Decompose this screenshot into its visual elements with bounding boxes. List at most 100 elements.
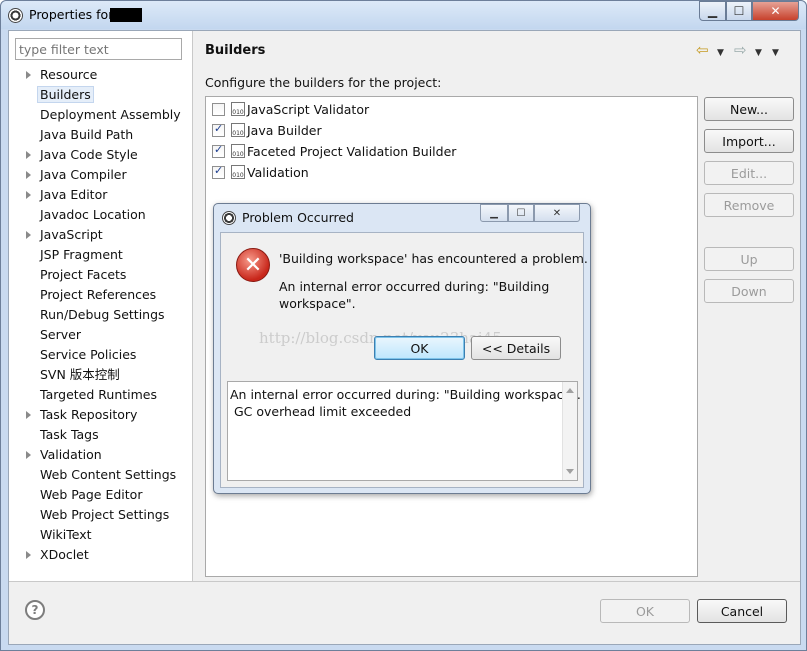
- expand-arrow-icon[interactable]: [26, 231, 31, 239]
- remove-button[interactable]: Remove: [704, 193, 794, 217]
- tree-item[interactable]: Resource: [9, 65, 193, 85]
- tree-item[interactable]: Web Page Editor: [9, 485, 193, 505]
- maximize-button[interactable]: ☐: [726, 1, 752, 21]
- dialog-title: Problem Occurred: [242, 210, 354, 225]
- details-scrollbar[interactable]: [562, 382, 577, 480]
- details-text: An internal error occurred during: "Buil…: [230, 387, 581, 419]
- tree-item[interactable]: Deployment Assembly: [9, 105, 193, 125]
- builder-checkbox[interactable]: [212, 122, 225, 137]
- import-button[interactable]: Import...: [704, 129, 794, 153]
- tree-item-label: Java Code Style: [40, 147, 138, 162]
- tree-item[interactable]: Task Tags: [9, 425, 193, 445]
- tree-item[interactable]: Java Build Path: [9, 125, 193, 145]
- tree-item[interactable]: Server: [9, 325, 193, 345]
- tree-item-label: Web Project Settings: [40, 507, 170, 522]
- tree-item[interactable]: JSP Fragment: [9, 245, 193, 265]
- forward-dropdown-icon[interactable]: ▼: [755, 46, 762, 62]
- tree-item-label: WikiText: [40, 527, 92, 542]
- builder-row[interactable]: 010 JavaScript Validator: [212, 100, 369, 118]
- back-arrow-icon[interactable]: ⇦: [696, 43, 709, 59]
- error-icon: ✕: [236, 248, 270, 282]
- eclipse-icon: [8, 8, 23, 23]
- details-area[interactable]: An internal error occurred during: "Buil…: [227, 381, 581, 481]
- tree-item-label: Builders: [37, 86, 94, 103]
- scroll-down-icon[interactable]: [566, 469, 574, 474]
- tree-item[interactable]: XDoclet: [9, 545, 193, 565]
- tree-item[interactable]: JavaScript: [9, 225, 193, 245]
- tree-item[interactable]: Service Policies: [9, 345, 193, 365]
- tree-item-label: Java Build Path: [40, 127, 134, 142]
- tree-item[interactable]: Web Project Settings: [9, 505, 193, 525]
- cancel-button[interactable]: Cancel: [697, 599, 787, 623]
- expand-arrow-icon[interactable]: [26, 451, 31, 459]
- expand-arrow-icon[interactable]: [26, 551, 31, 559]
- tree-item[interactable]: Java Code Style: [9, 145, 193, 165]
- builder-row[interactable]: 010Faceted Project Validation Builder: [212, 142, 456, 160]
- tree-item[interactable]: WikiText: [9, 525, 193, 545]
- tree-item[interactable]: SVN 版本控制: [9, 365, 193, 385]
- view-menu-icon[interactable]: ▼: [772, 46, 779, 62]
- tree-item-label: JavaScript: [40, 227, 103, 242]
- tree-item-label: Targeted Runtimes: [40, 387, 157, 402]
- close-button[interactable]: ✕: [752, 1, 799, 21]
- title-bar[interactable]: Properties for ▁ ☐ ✕: [1, 1, 806, 29]
- builder-checkbox[interactable]: [212, 143, 225, 158]
- window-title: Properties for: [29, 7, 114, 22]
- minimize-button[interactable]: ▁: [699, 1, 726, 21]
- tree-item-label: Run/Debug Settings: [40, 307, 165, 322]
- tree-item[interactable]: Validation: [9, 445, 193, 465]
- help-icon[interactable]: ?: [25, 600, 45, 620]
- details-button[interactable]: << Details: [471, 336, 561, 360]
- tree-item-label: Task Repository: [40, 407, 138, 422]
- tree-item[interactable]: Task Repository: [9, 405, 193, 425]
- edit-button[interactable]: Edit...: [704, 161, 794, 185]
- tree-item-label: SVN 版本控制: [40, 367, 120, 382]
- builder-binary-icon: 010: [231, 102, 245, 116]
- scroll-up-icon[interactable]: [566, 388, 574, 393]
- builder-label: Faceted Project Validation Builder: [247, 143, 457, 159]
- tree-item-label: Validation: [40, 447, 102, 462]
- dialog-ok-button[interactable]: OK: [374, 336, 465, 360]
- tree-item-label: XDoclet: [40, 547, 89, 562]
- forward-arrow-icon[interactable]: ⇨: [734, 43, 747, 59]
- dialog-close-button[interactable]: ✕: [534, 204, 580, 222]
- builder-label: Validation: [247, 164, 309, 180]
- tree-item-label: Java Compiler: [40, 167, 127, 182]
- tree-item-label: Javadoc Location: [40, 207, 146, 222]
- tree-item[interactable]: Web Content Settings: [9, 465, 193, 485]
- builder-label: JavaScript Validator: [247, 101, 370, 117]
- dialog-maximize-button[interactable]: ☐: [508, 204, 534, 222]
- tree-item-label: Web Page Editor: [40, 487, 143, 502]
- down-button[interactable]: Down: [704, 279, 794, 303]
- expand-arrow-icon[interactable]: [26, 191, 31, 199]
- tree-item-label: Task Tags: [40, 427, 99, 442]
- tree-item[interactable]: Targeted Runtimes: [9, 385, 193, 405]
- builder-checkbox[interactable]: [212, 164, 225, 179]
- tree-item[interactable]: Javadoc Location: [9, 205, 193, 225]
- new-button[interactable]: New...: [704, 97, 794, 121]
- tree-item[interactable]: Builders: [9, 85, 193, 105]
- problem-dialog: Problem Occurred ▁ ☐ ✕ ✕ 'Building works…: [213, 203, 591, 494]
- tree-item[interactable]: Java Compiler: [9, 165, 193, 185]
- tree-item[interactable]: Java Editor: [9, 185, 193, 205]
- filter-input[interactable]: [15, 38, 182, 60]
- builder-binary-icon: 010: [231, 123, 245, 137]
- builder-checkbox[interactable]: [212, 102, 225, 116]
- tree-item-label: Web Content Settings: [40, 467, 177, 482]
- error-detail: An internal error occurred during: "Buil…: [279, 279, 550, 311]
- tree-item[interactable]: Project References: [9, 285, 193, 305]
- up-button[interactable]: Up: [704, 247, 794, 271]
- builder-row[interactable]: 010Validation: [212, 163, 309, 181]
- dialog-minimize-button[interactable]: ▁: [480, 204, 508, 222]
- error-message: 'Building workspace' has encountered a p…: [279, 251, 588, 266]
- tree-item-label: Resource: [40, 67, 98, 82]
- expand-arrow-icon[interactable]: [26, 171, 31, 179]
- builder-row[interactable]: 010Java Builder: [212, 121, 322, 139]
- expand-arrow-icon[interactable]: [26, 411, 31, 419]
- tree-item[interactable]: Run/Debug Settings: [9, 305, 193, 325]
- expand-arrow-icon[interactable]: [26, 151, 31, 159]
- back-dropdown-icon[interactable]: ▼: [717, 46, 724, 62]
- tree-item[interactable]: Project Facets: [9, 265, 193, 285]
- expand-arrow-icon[interactable]: [26, 71, 31, 79]
- ok-button[interactable]: OK: [600, 599, 690, 623]
